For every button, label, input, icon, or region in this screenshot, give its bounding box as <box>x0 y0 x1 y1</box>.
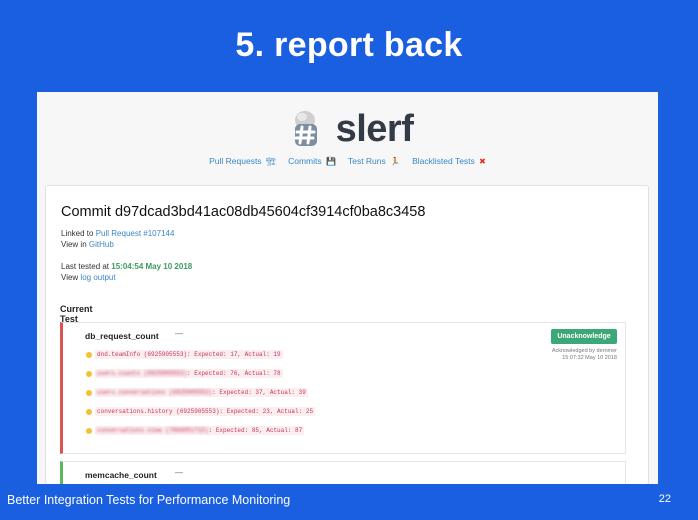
last-tested-line: Last tested at 15:04:54 May 10 2018 <box>61 262 192 271</box>
result-text: users.counts (6925905553): Expected: 76,… <box>95 369 283 378</box>
nav-test-runs[interactable]: Test Runs 🏃 <box>348 156 400 166</box>
top-nav: Pull Requests 🏗 Commits 💾 Test Runs 🏃 Bl… <box>37 156 658 166</box>
result-text: users.conversations (6925905553): Expect… <box>95 388 308 397</box>
acknowledged-info: Acknowledged by dernmer 15:07:32 May 10 … <box>552 348 617 362</box>
logo: slerf <box>37 104 658 154</box>
warning-face-icon <box>86 408 92 415</box>
runner-icon: 🏃 <box>390 157 401 166</box>
logo-text: slerf <box>335 107 414 150</box>
construction-icon: 🏗 <box>265 157 277 166</box>
slide-footer: Better Integration Tests for Performance… <box>0 484 698 520</box>
commit-title: Commit d97dcad3bd41ac08db45604cf3914cf0b… <box>61 204 426 220</box>
test-block-memcache-count: memcache_count — <box>60 461 626 484</box>
result-query: users.counts (6925905553) <box>97 370 188 377</box>
result-detail: Expected: 76, Actual: 78 <box>194 370 281 377</box>
warning-face-icon <box>86 351 92 358</box>
linked-line: Linked to Pull Request #107144 <box>61 229 174 238</box>
result-row: users.counts (6925905553): Expected: 76,… <box>86 369 283 378</box>
result-text: dnd.teamInfo (6925905553): Expected: 17,… <box>95 350 283 359</box>
log-output-link[interactable]: log output <box>80 273 115 282</box>
nav-label: Test Runs <box>347 156 386 166</box>
warning-face-icon <box>86 389 92 396</box>
result-query: dnd.teamInfo (6925905553) <box>97 351 188 358</box>
test-name: db_request_count <box>85 331 159 341</box>
unacknowledge-button[interactable]: Unacknowledge <box>551 329 617 344</box>
floppy-disk-icon: 💾 <box>326 157 336 166</box>
test-dash[interactable]: — <box>175 468 183 477</box>
result-text: conversations.history (6925905553): Expe… <box>95 407 316 416</box>
log-line: View log output <box>61 273 116 282</box>
nav-label: Pull Requests <box>209 156 262 166</box>
github-link[interactable]: GitHub <box>89 240 114 249</box>
page-number: 22 <box>658 493 671 505</box>
result-row: dnd.teamInfo (6925905553): Expected: 17,… <box>86 350 283 359</box>
result-detail: Expected: 85, Actual: 87 <box>215 427 303 434</box>
app-screenshot: slerf Pull Requests 🏗 Commits 💾 Test Run… <box>37 92 658 484</box>
log-prefix: View <box>61 273 81 282</box>
result-row: conversations.view (7866051715): Expecte… <box>86 426 305 435</box>
view-prefix: View in <box>61 240 89 249</box>
warning-face-icon <box>86 370 92 377</box>
test-name: memcache_count <box>85 470 157 480</box>
test-block-db-request-count: db_request_count — Unacknowledge Acknowl… <box>60 322 626 454</box>
ack-time: 15:07:32 May 10 2018 <box>562 355 617 361</box>
warning-face-icon <box>86 427 92 434</box>
nav-pull-requests[interactable]: Pull Requests 🏗 <box>209 156 276 166</box>
slerf-logo-icon <box>282 106 328 152</box>
test-dash[interactable]: — <box>175 329 183 338</box>
last-tested-time: 15:04:54 May 10 2018 <box>111 262 193 271</box>
footer-title: Better Integration Tests for Performance… <box>7 493 291 507</box>
last-tested-prefix: Last tested at <box>61 262 112 271</box>
nav-label: Blacklisted Tests <box>412 156 475 166</box>
nav-label: Commits <box>288 156 322 166</box>
linked-prefix: Linked to <box>61 229 96 238</box>
result-detail: Expected: 37, Actual: 39 <box>219 389 306 396</box>
view-line: View in GitHub <box>61 240 114 249</box>
nav-blacklisted-tests[interactable]: Blacklisted Tests ✖ <box>412 156 486 166</box>
result-detail: Expected: 17, Actual: 19 <box>194 351 281 358</box>
slide-title: 5. report back <box>235 26 463 64</box>
red-x-icon: ✖ <box>479 157 486 166</box>
result-query: users.conversations (6925905553) <box>97 389 213 396</box>
result-query: conversations.history (6925905553) <box>97 408 220 415</box>
pull-request-link[interactable]: Pull Request #107144 <box>96 229 175 238</box>
result-query: conversations.view (7866051715) <box>97 427 209 434</box>
ack-by: Acknowledged by dernmer <box>551 348 617 354</box>
result-text: conversations.view (7866051715): Expecte… <box>95 426 305 435</box>
nav-commits[interactable]: Commits 💾 <box>288 156 336 166</box>
result-detail: Expected: 23, Actual: 25 <box>226 408 314 415</box>
result-row: users.conversations (6925905553): Expect… <box>86 388 308 397</box>
result-row: conversations.history (6925905553): Expe… <box>86 407 316 416</box>
